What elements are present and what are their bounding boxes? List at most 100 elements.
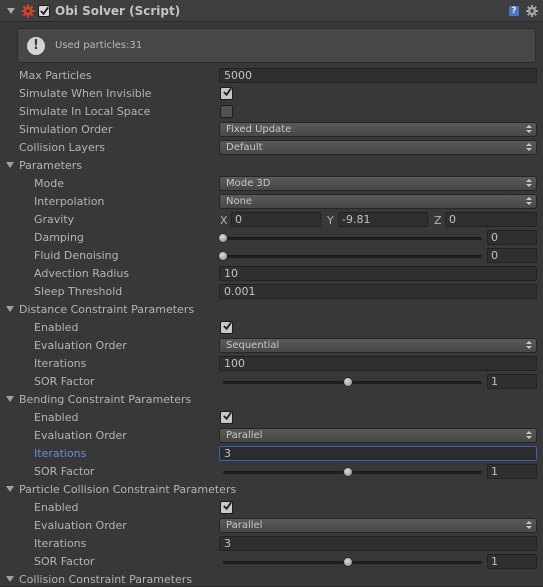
help-icon[interactable]: ? <box>508 5 520 17</box>
collision-layers-dropdown[interactable]: Default <box>219 140 537 155</box>
bending-evaluation-order-dropdown[interactable]: Parallel <box>219 428 537 443</box>
bending-enabled-checkbox[interactable] <box>220 411 233 424</box>
dropdown-arrows-icon <box>526 142 532 153</box>
sleep-threshold-field[interactable]: 0.001 <box>219 284 537 299</box>
fluid-denoising-label: Fluid Denoising <box>34 249 119 262</box>
mode-value: Mode 3D <box>226 178 271 189</box>
simulation-order-value: Fixed Update <box>226 124 292 135</box>
gravity-x-label: X <box>220 214 228 227</box>
particle-collision-evaluation-order-label: Evaluation Order <box>34 519 127 532</box>
dropdown-arrows-icon <box>526 196 532 207</box>
interpolation-row: Interpolation None <box>0 193 543 211</box>
foldout-arrow-icon[interactable] <box>6 306 15 314</box>
particle-collision-iterations-row: Iterations 3 <box>0 535 543 553</box>
bending-sor-factor-field[interactable]: 1 <box>487 464 537 479</box>
foldout-arrow-icon[interactable] <box>6 486 15 494</box>
gravity-label: Gravity <box>34 213 75 226</box>
particle-collision-evaluation-order-dropdown[interactable]: Parallel <box>219 518 537 533</box>
simulation-order-row: Simulation Order Fixed Update <box>0 121 543 139</box>
distance-enabled-checkbox[interactable] <box>220 321 233 334</box>
bending-sor-slider-thumb[interactable] <box>343 467 353 477</box>
damping-field[interactable]: 0 <box>487 230 537 245</box>
fluid-denoising-field[interactable]: 0 <box>487 248 537 263</box>
distance-section-header[interactable]: Distance Constraint Parameters <box>0 301 543 319</box>
bending-iterations-row: Iterations 3 <box>0 445 543 463</box>
particle-collision-evaluation-order-value: Parallel <box>226 520 263 531</box>
simulate-when-invisible-checkbox[interactable] <box>220 87 233 100</box>
particle-collision-sor-slider-thumb[interactable] <box>343 557 353 567</box>
foldout-arrow-icon[interactable] <box>6 396 15 404</box>
bending-header-label: Bending Constraint Parameters <box>19 393 192 406</box>
distance-sor-factor-row: SOR Factor 1 <box>0 373 543 391</box>
dropdown-arrows-icon <box>526 340 532 351</box>
distance-evaluation-order-dropdown[interactable]: Sequential <box>219 338 537 353</box>
simulation-order-dropdown[interactable]: Fixed Update <box>219 122 537 137</box>
particle-collision-enabled-checkbox[interactable] <box>220 501 233 514</box>
info-icon: ! <box>27 36 45 55</box>
simulation-order-label: Simulation Order <box>19 123 113 136</box>
component-header[interactable]: Obi Solver (Script) ? <box>0 0 543 22</box>
gravity-z-field[interactable]: 0 <box>445 212 537 227</box>
gravity-z-label: Z <box>434 214 442 227</box>
simulate-in-local-space-row: Simulate In Local Space <box>0 103 543 121</box>
simulate-in-local-space-checkbox[interactable] <box>220 105 233 118</box>
distance-sor-factor-field[interactable]: 1 <box>487 374 537 389</box>
mode-dropdown[interactable]: Mode 3D <box>219 176 537 191</box>
interpolation-label: Interpolation <box>34 195 105 208</box>
damping-slider-thumb[interactable] <box>218 233 228 243</box>
max-particles-row: Max Particles 5000 <box>0 67 543 85</box>
advection-radius-field[interactable]: 10 <box>219 266 537 281</box>
collision-layers-value: Default <box>226 142 263 153</box>
foldout-arrow-icon[interactable] <box>6 162 15 170</box>
collision-header-label: Collision Constraint Parameters <box>19 573 193 586</box>
info-helpbox: ! Used particles:31 <box>17 28 536 63</box>
simulate-when-invisible-label: Simulate When Invisible <box>19 87 152 100</box>
settings-gear-icon[interactable] <box>525 4 539 18</box>
foldout-arrow-icon[interactable] <box>6 6 16 16</box>
distance-sor-slider-thumb[interactable] <box>343 377 353 387</box>
max-particles-field[interactable]: 5000 <box>219 68 537 83</box>
bending-sor-factor-label: SOR Factor <box>34 465 95 478</box>
damping-slider-track[interactable] <box>223 237 482 240</box>
particle-collision-iterations-field[interactable]: 3 <box>219 536 537 551</box>
particle-collision-sor-factor-label: SOR Factor <box>34 555 95 568</box>
gravity-row: Gravity X 0 Y -9.81 Z 0 <box>0 211 543 229</box>
particle-collision-evaluation-order-row: Evaluation Order Parallel <box>0 517 543 535</box>
particle-collision-sor-factor-row: SOR Factor 1 <box>0 553 543 571</box>
bending-evaluation-order-value: Parallel <box>226 430 263 441</box>
bending-section-header[interactable]: Bending Constraint Parameters <box>0 391 543 409</box>
bending-enabled-row: Enabled <box>0 409 543 427</box>
gravity-y-label: Y <box>327 214 334 227</box>
bending-enabled-label: Enabled <box>34 411 79 424</box>
gravity-y-field[interactable]: -9.81 <box>338 212 428 227</box>
dropdown-arrows-icon <box>526 178 532 189</box>
fluid-denoising-slider-thumb[interactable] <box>218 251 228 261</box>
dropdown-arrows-icon <box>526 520 532 531</box>
parameters-section-header[interactable]: Parameters <box>0 157 543 175</box>
distance-iterations-field[interactable]: 100 <box>219 356 537 371</box>
used-particles-text: Used particles:31 <box>55 40 143 51</box>
particle-collision-sor-factor-field[interactable]: 1 <box>487 554 537 569</box>
interpolation-dropdown[interactable]: None <box>219 194 537 209</box>
dropdown-arrows-icon <box>526 124 532 135</box>
component-enabled-checkbox[interactable] <box>38 4 50 17</box>
distance-sor-factor-label: SOR Factor <box>34 375 95 388</box>
particle-collision-enabled-row: Enabled <box>0 499 543 517</box>
foldout-arrow-icon[interactable] <box>6 576 15 584</box>
bending-evaluation-order-label: Evaluation Order <box>34 429 127 442</box>
bending-sor-factor-row: SOR Factor 1 <box>0 463 543 481</box>
fluid-denoising-slider-track[interactable] <box>223 255 482 258</box>
particle-collision-section-header[interactable]: Particle Collision Constraint Parameters <box>0 481 543 499</box>
bending-evaluation-order-row: Evaluation Order Parallel <box>0 427 543 445</box>
simulate-in-local-space-label: Simulate In Local Space <box>19 105 151 118</box>
distance-header-label: Distance Constraint Parameters <box>19 303 195 316</box>
solver-gear-icon <box>21 4 35 17</box>
particle-collision-iterations-label: Iterations <box>34 537 87 550</box>
mode-row: Mode Mode 3D <box>0 175 543 193</box>
bending-iterations-field[interactable]: 3 <box>219 446 537 461</box>
collision-section-header[interactable]: Collision Constraint Parameters <box>0 571 543 587</box>
checkmark-icon <box>223 321 232 331</box>
sleep-threshold-row: Sleep Threshold 0.001 <box>0 283 543 301</box>
distance-enabled-row: Enabled <box>0 319 543 337</box>
gravity-x-field[interactable]: 0 <box>231 212 321 227</box>
